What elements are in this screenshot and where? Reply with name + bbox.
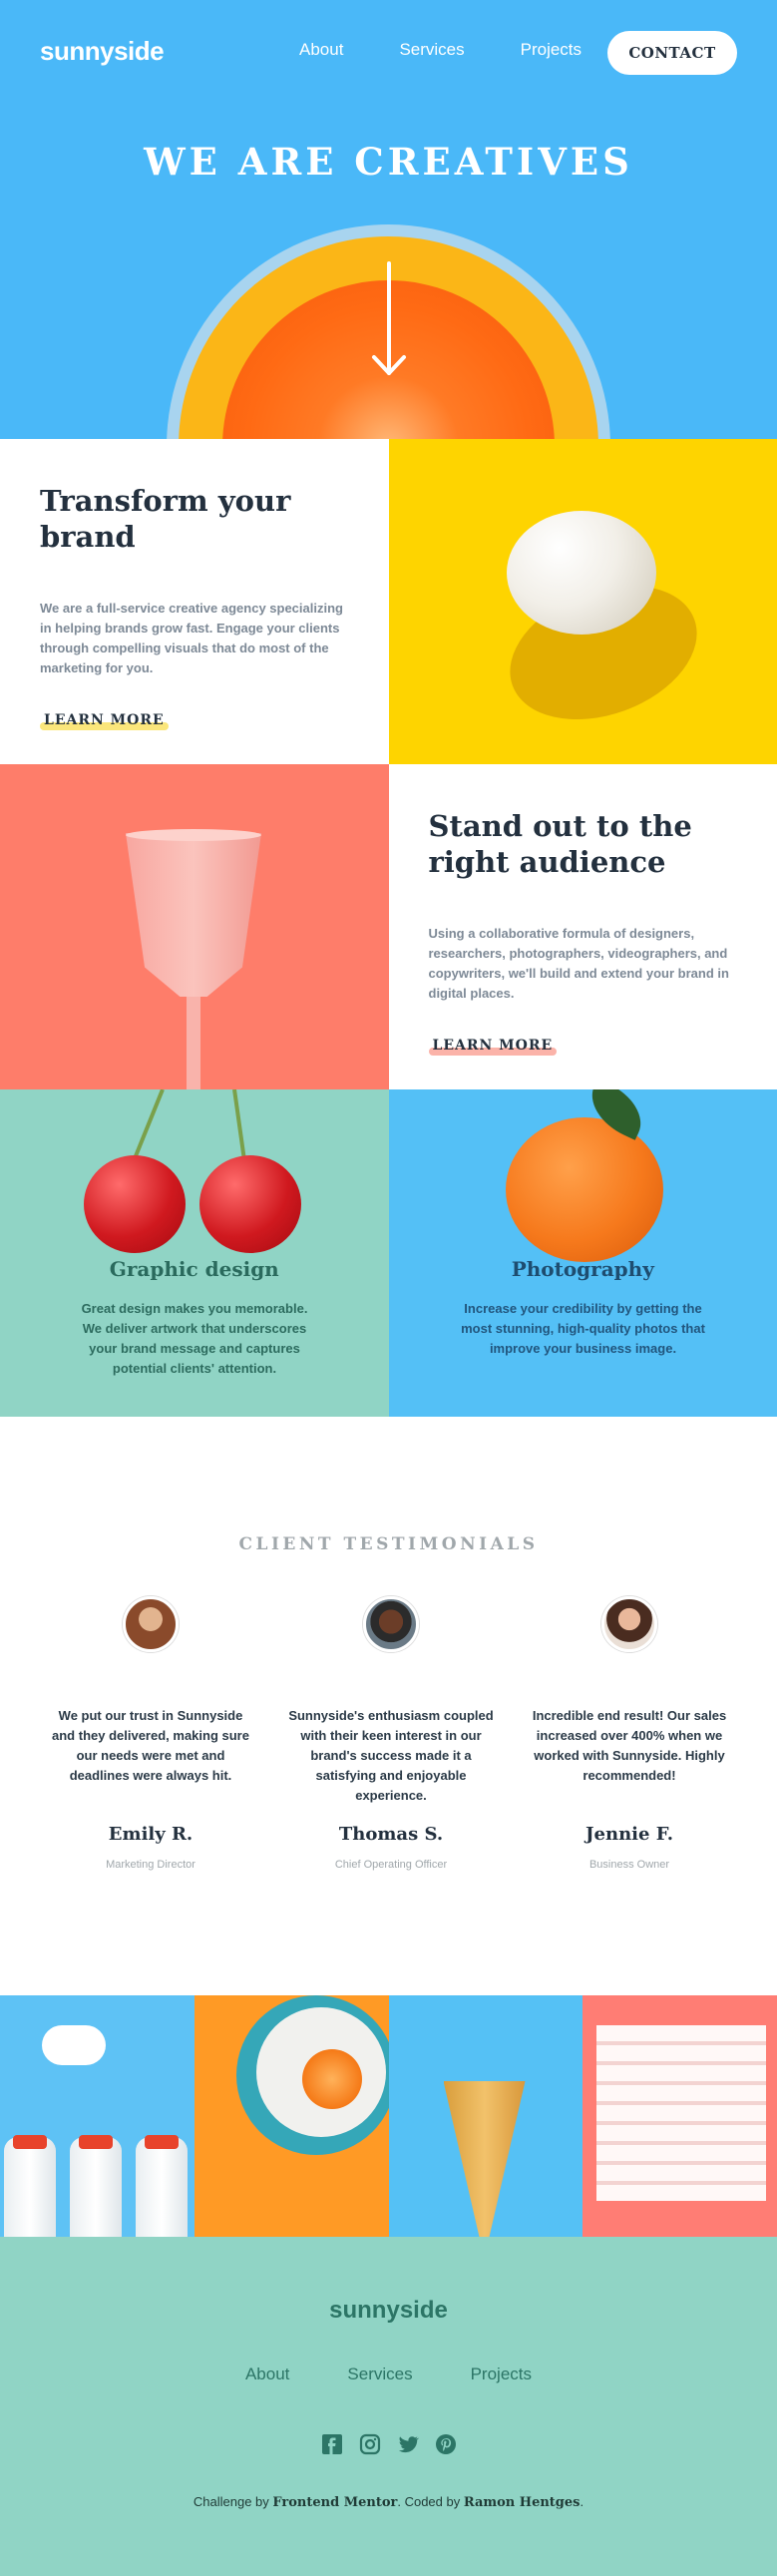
avatar (363, 1596, 419, 1652)
standout-learn-more-link[interactable]: LEARN MORE (429, 1038, 558, 1054)
testimonial-name: Jennie F. (525, 1824, 734, 1845)
cherry-image (84, 1155, 186, 1253)
gallery-milk-bottles-image (0, 1995, 194, 2237)
service-title: Photography (389, 1257, 777, 1281)
arrow-down-icon[interactable] (371, 261, 407, 379)
contact-button[interactable]: CONTACT (607, 31, 737, 75)
footer-nav: About Services Projects (0, 2364, 777, 2384)
instagram-icon[interactable] (358, 2432, 382, 2456)
testimonial-name: Emily R. (46, 1824, 255, 1845)
testimonials-section: CLIENT TESTIMONIALS We put our trust in … (0, 1417, 777, 1995)
testimonial-name: Thomas S. (286, 1824, 496, 1845)
egg-image (389, 439, 777, 764)
main-nav: About Services Projects (299, 40, 637, 60)
footer-logo[interactable]: sunnyside (0, 2297, 777, 2325)
testimonials-heading: CLIENT TESTIMONIALS (0, 1534, 777, 1554)
credit-mid: . Coded by (397, 2494, 464, 2509)
facebook-icon[interactable] (320, 2432, 344, 2456)
testimonial-role: Marketing Director (46, 1859, 255, 1871)
footer-nav-about[interactable]: About (245, 2364, 289, 2384)
testimonial-quote: Sunnyside's enthusiasm coupled with thei… (286, 1706, 496, 1806)
footer: sunnyside About Services Projects Challe… (0, 2237, 777, 2576)
learn-more-label: LEARN MORE (44, 712, 165, 728)
credit-prefix: Challenge by (194, 2494, 273, 2509)
nav-about[interactable]: About (299, 40, 343, 60)
service-body: Great design makes you memorable. We del… (72, 1299, 317, 1379)
orange-image (506, 1117, 663, 1262)
footer-nav-services[interactable]: Services (347, 2364, 412, 2384)
testimonial-card: We put our trust in Sunnyside and they d… (46, 1596, 255, 1871)
standout-text: Stand out to the right audience Using a … (389, 764, 777, 1089)
transform-learn-more-link[interactable]: LEARN MORE (40, 712, 169, 728)
service-title: Graphic design (0, 1257, 389, 1281)
testimonial-card: Incredible end result! Our sales increas… (525, 1596, 734, 1871)
learn-more-label: LEARN MORE (433, 1038, 554, 1054)
nav-projects[interactable]: Projects (521, 40, 582, 60)
transform-row: Transform your brand We are a full-servi… (0, 439, 777, 764)
attribution: Challenge by Frontend Mentor. Coded by R… (0, 2494, 777, 2510)
brand-logo[interactable]: sunnyside (40, 36, 164, 67)
transform-body: We are a full-service creative agency sp… (40, 599, 349, 678)
testimonial-role: Business Owner (525, 1859, 734, 1871)
social-links (0, 2432, 777, 2456)
gallery-cone-image (389, 1995, 583, 2237)
services-row: Graphic design Great design makes you me… (0, 1089, 777, 1417)
cherry-image (199, 1155, 301, 1253)
graphic-design-card: Graphic design Great design makes you me… (0, 1089, 389, 1417)
pinterest-icon[interactable] (434, 2432, 458, 2456)
testimonial-quote: Incredible end result! Our sales increas… (525, 1706, 734, 1806)
standout-heading: Stand out to the right audience (429, 808, 738, 880)
author-link[interactable]: Ramon Hentges (464, 2495, 581, 2510)
frontend-mentor-link[interactable]: Frontend Mentor (272, 2495, 397, 2510)
cup-image (0, 764, 389, 1089)
avatar (123, 1596, 179, 1652)
testimonial-card: Sunnyside's enthusiasm coupled with thei… (286, 1596, 496, 1871)
photography-card: Photography Increase your credibility by… (389, 1089, 777, 1417)
nav-services[interactable]: Services (399, 40, 464, 60)
credit-end: . (580, 2494, 583, 2509)
standout-body: Using a collaborative formula of designe… (429, 924, 738, 1004)
transform-text: Transform your brand We are a full-servi… (0, 439, 389, 764)
gallery-sugar-cubes-image (583, 1995, 777, 2237)
footer-nav-projects[interactable]: Projects (471, 2364, 532, 2384)
gallery (0, 1995, 777, 2237)
testimonial-quote: We put our trust in Sunnyside and they d… (46, 1706, 255, 1806)
gallery-orange-plate-image (194, 1995, 389, 2237)
service-body: Increase your credibility by getting the… (461, 1299, 706, 1359)
standout-row: Stand out to the right audience Using a … (0, 764, 777, 1089)
twitter-icon[interactable] (396, 2432, 420, 2456)
transform-heading: Transform your brand (40, 483, 349, 555)
avatar (601, 1596, 657, 1652)
hero-title: WE ARE CREATIVES (0, 140, 777, 184)
hero-section: sunnyside About Services Projects CONTAC… (0, 0, 777, 439)
testimonial-role: Chief Operating Officer (286, 1859, 496, 1871)
